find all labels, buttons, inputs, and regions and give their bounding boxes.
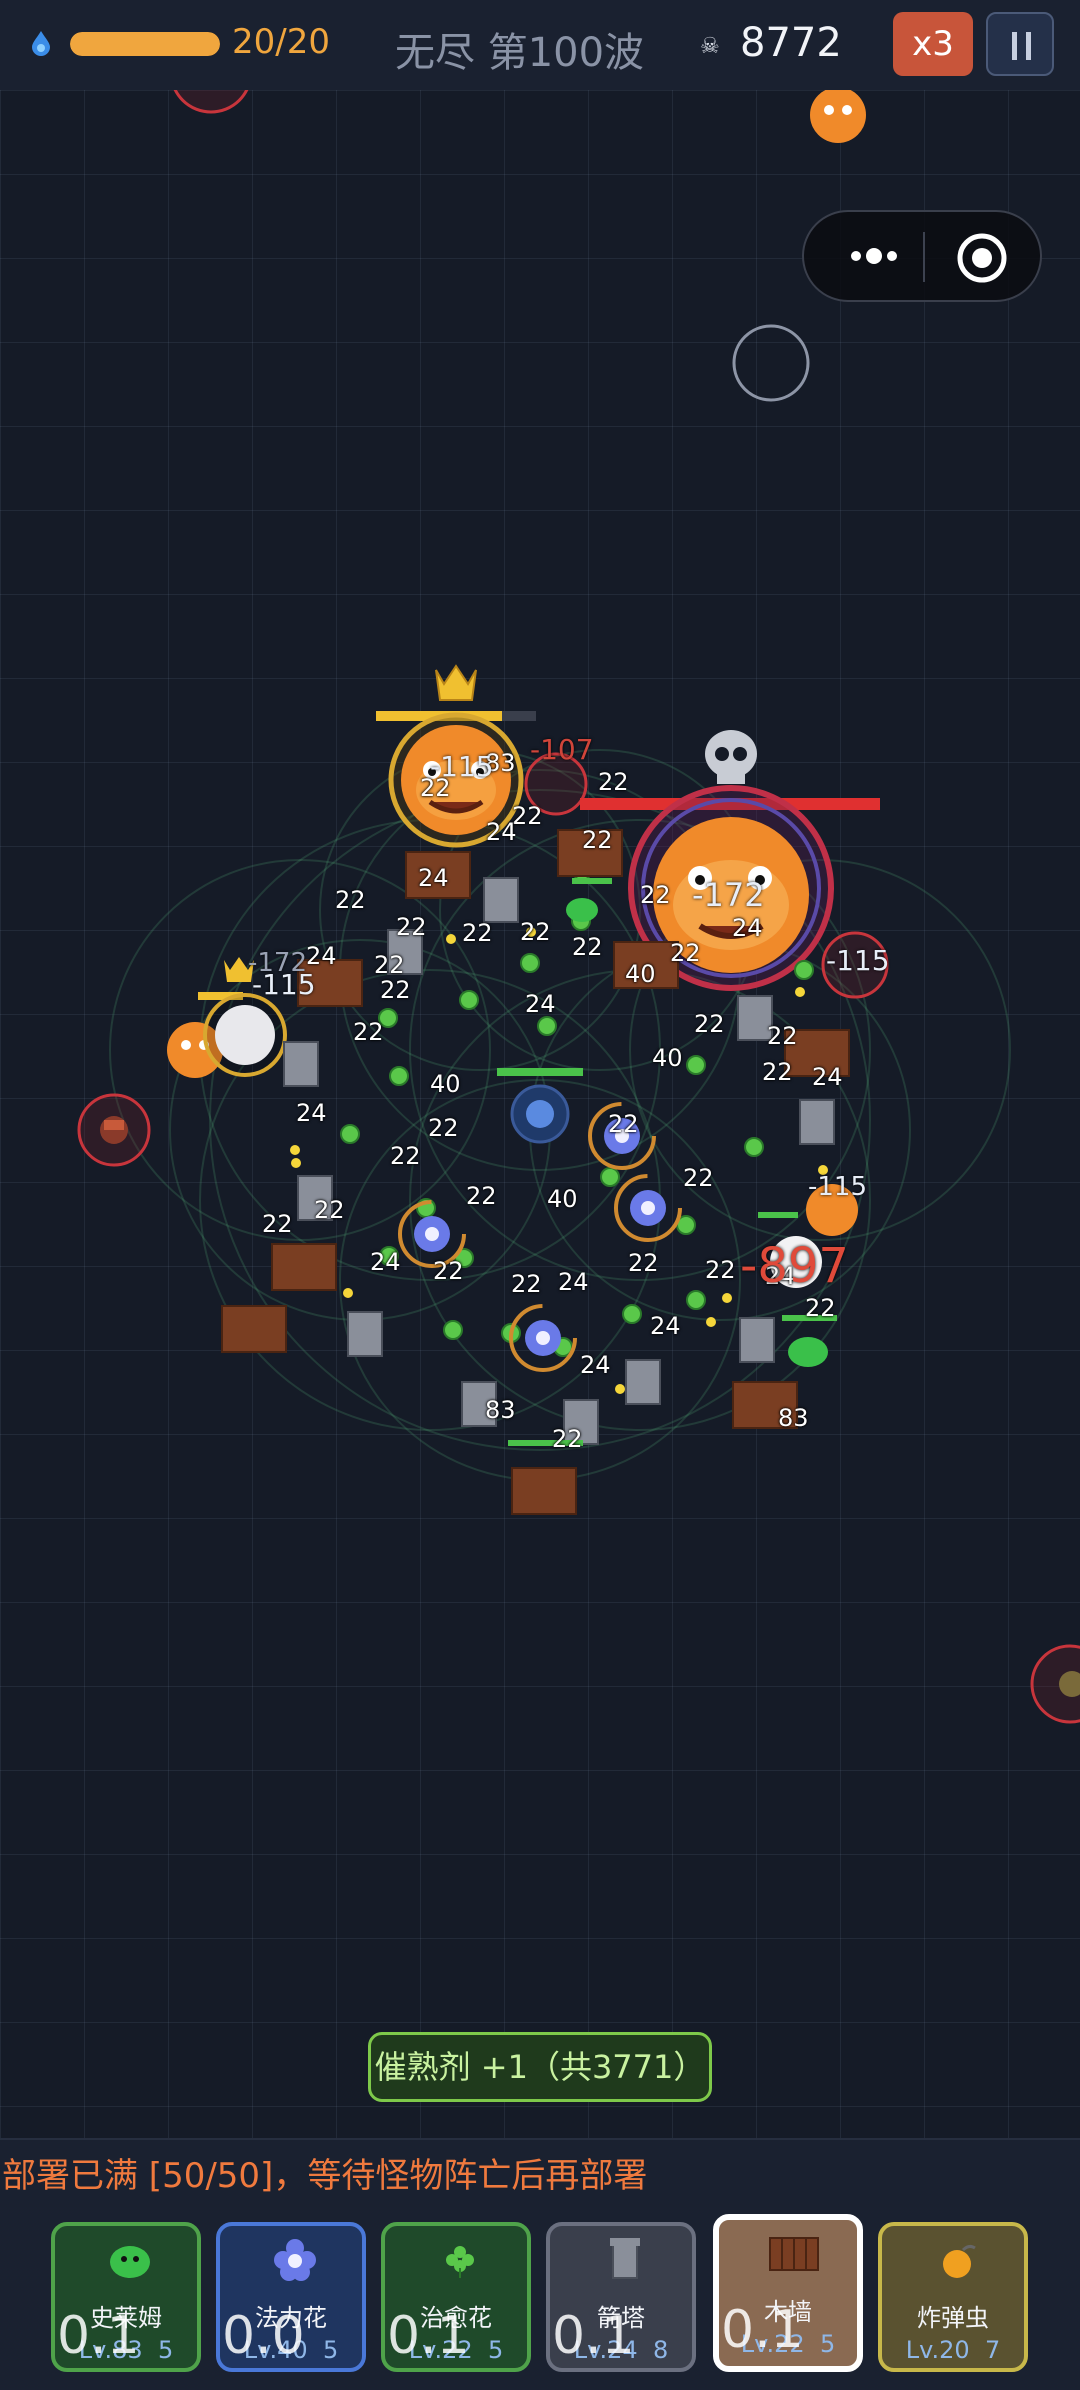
float-number: 40 xyxy=(547,1185,578,1213)
float-number: 24 xyxy=(812,1063,843,1091)
float-number: 22 xyxy=(552,1425,583,1453)
arrow-tower-icon xyxy=(610,2238,640,2279)
reward-toast: 催熟剂 +1（共3771） xyxy=(368,2032,712,2102)
float-number: 22 xyxy=(670,939,701,967)
heal-flower-icon xyxy=(446,2246,474,2278)
float-number: 22 xyxy=(262,1210,293,1238)
mana-drop-icon xyxy=(32,31,50,56)
battle-arena[interactable]: 83 22 22 22 24 22 24 22 22 24 22 22 22 22 24 22 40 22 22 24… xyxy=(0,90,1080,2138)
float-number: 22 xyxy=(608,1110,639,1138)
float-number: 22 xyxy=(428,1114,459,1142)
float-number: 24 xyxy=(370,1248,401,1276)
card-cooldown: 0.1 xyxy=(721,2300,804,2360)
card-level: Lv.20 7 xyxy=(905,2336,1001,2364)
pause-button[interactable] xyxy=(986,12,1054,76)
float-number: 22 xyxy=(598,768,629,796)
card-name: 炸弹虫 xyxy=(917,2304,989,2332)
float-number: 22 xyxy=(640,881,671,909)
float-number: 83 xyxy=(485,1396,516,1424)
float-number: 40 xyxy=(625,960,656,988)
float-number: 22 xyxy=(805,1294,836,1322)
float-number: 22 xyxy=(705,1256,736,1284)
kill-count: 8772 xyxy=(740,20,842,66)
card-cooldown: 0.1 xyxy=(57,2306,140,2366)
top-hud: 20/20 无尽 第100波 ☠ 8772 x3 xyxy=(0,0,1080,92)
pumpkin-monster xyxy=(810,90,866,143)
card-cooldown: 0.1 xyxy=(387,2306,470,2366)
float-number: 24 xyxy=(306,942,337,970)
card-arrow-tower[interactable]: 箭塔 Lv.24 8 0.1 xyxy=(546,2222,696,2372)
float-number: 22 xyxy=(353,1018,384,1046)
damage-number: -897 xyxy=(740,1238,849,1294)
float-number: 24 xyxy=(580,1351,611,1379)
wooden-wall-icon xyxy=(769,2237,819,2271)
damage-number: -115 xyxy=(808,1172,868,1202)
float-number: 22 xyxy=(335,886,366,914)
base-health-text: 20/20 xyxy=(232,22,330,62)
float-number: 22 xyxy=(767,1022,798,1050)
float-number: 22 xyxy=(582,826,613,854)
float-number: 24 xyxy=(418,864,449,892)
capsule-divider xyxy=(923,232,925,282)
float-number: 24 xyxy=(650,1312,681,1340)
close-target-icon[interactable] xyxy=(956,232,1008,284)
float-number: 22 xyxy=(511,1270,542,1298)
card-heal-flower[interactable]: 治愈花 Lv.22 5 0.1 xyxy=(381,2222,531,2372)
damage-number: -115 xyxy=(252,968,316,1001)
float-number: 40 xyxy=(652,1044,683,1072)
float-number: 22 xyxy=(314,1196,345,1224)
card-bomb-bug[interactable]: 炸弹虫 Lv.20 7 xyxy=(878,2222,1028,2372)
goblin-enemy xyxy=(100,1116,128,1144)
float-number: 22 xyxy=(683,1164,714,1192)
deploy-panel: 部署已满 [50/50]，等待怪物阵亡后再部署 史莱姆 Lv.83 5 0.1 法力花… xyxy=(0,2138,1080,2390)
float-number: 24 xyxy=(732,914,763,942)
float-number: 22 xyxy=(380,976,411,1004)
mana-flower-icon xyxy=(274,2239,316,2281)
kill-skull-icon: ☠ xyxy=(700,34,720,59)
float-number: 22 xyxy=(396,913,427,941)
card-slime[interactable]: 史莱姆 Lv.83 5 0.1 xyxy=(51,2222,201,2372)
float-number: 22 xyxy=(694,1010,725,1038)
speed-button[interactable]: x3 xyxy=(893,12,973,76)
float-number: 22 xyxy=(572,933,603,961)
wave-label: 无尽 第100波 xyxy=(395,30,645,76)
boss-skull-icon xyxy=(705,730,757,784)
float-number: 22 xyxy=(520,918,551,946)
mini-program-capsule xyxy=(802,210,1042,302)
damage-number: -115 xyxy=(430,750,494,783)
card-cooldown: 0.1 xyxy=(552,2306,635,2366)
float-number: 24 xyxy=(296,1099,327,1127)
float-number: 22 xyxy=(762,1058,793,1086)
float-number: 24 xyxy=(558,1268,589,1296)
float-number: 24 xyxy=(486,818,517,846)
more-options-icon[interactable] xyxy=(834,234,914,278)
bomb-bug-icon xyxy=(943,2244,976,2278)
slime-icon xyxy=(110,2246,150,2278)
float-number: 22 xyxy=(390,1142,421,1170)
float-number: 40 xyxy=(430,1070,461,1098)
damage-number: -115 xyxy=(826,944,890,977)
card-mana-flower[interactable]: 法力花 Lv.40 5 0.0 xyxy=(216,2222,366,2372)
float-number: 24 xyxy=(525,990,556,1018)
float-number: 22 xyxy=(374,951,405,979)
pause-icon xyxy=(1012,32,1017,60)
float-number: 22 xyxy=(466,1182,497,1210)
card-wooden-wall[interactable]: 木墙 Lv.22 5 0.1 xyxy=(713,2214,863,2372)
spawn-marker xyxy=(732,324,810,402)
float-number: 22 xyxy=(628,1249,659,1277)
arena-graphics xyxy=(77,90,1080,1724)
damage-number: -172 xyxy=(692,876,765,914)
base-health-bar xyxy=(70,32,220,56)
float-number: 83 xyxy=(778,1404,809,1432)
float-number: 22 xyxy=(433,1257,464,1285)
damage-number: -107 xyxy=(530,733,594,766)
deploy-status-message: 部署已满 [50/50]，等待怪物阵亡后再部署 xyxy=(2,2156,648,2196)
card-cooldown: 0.0 xyxy=(222,2306,305,2366)
float-number: 22 xyxy=(462,919,493,947)
